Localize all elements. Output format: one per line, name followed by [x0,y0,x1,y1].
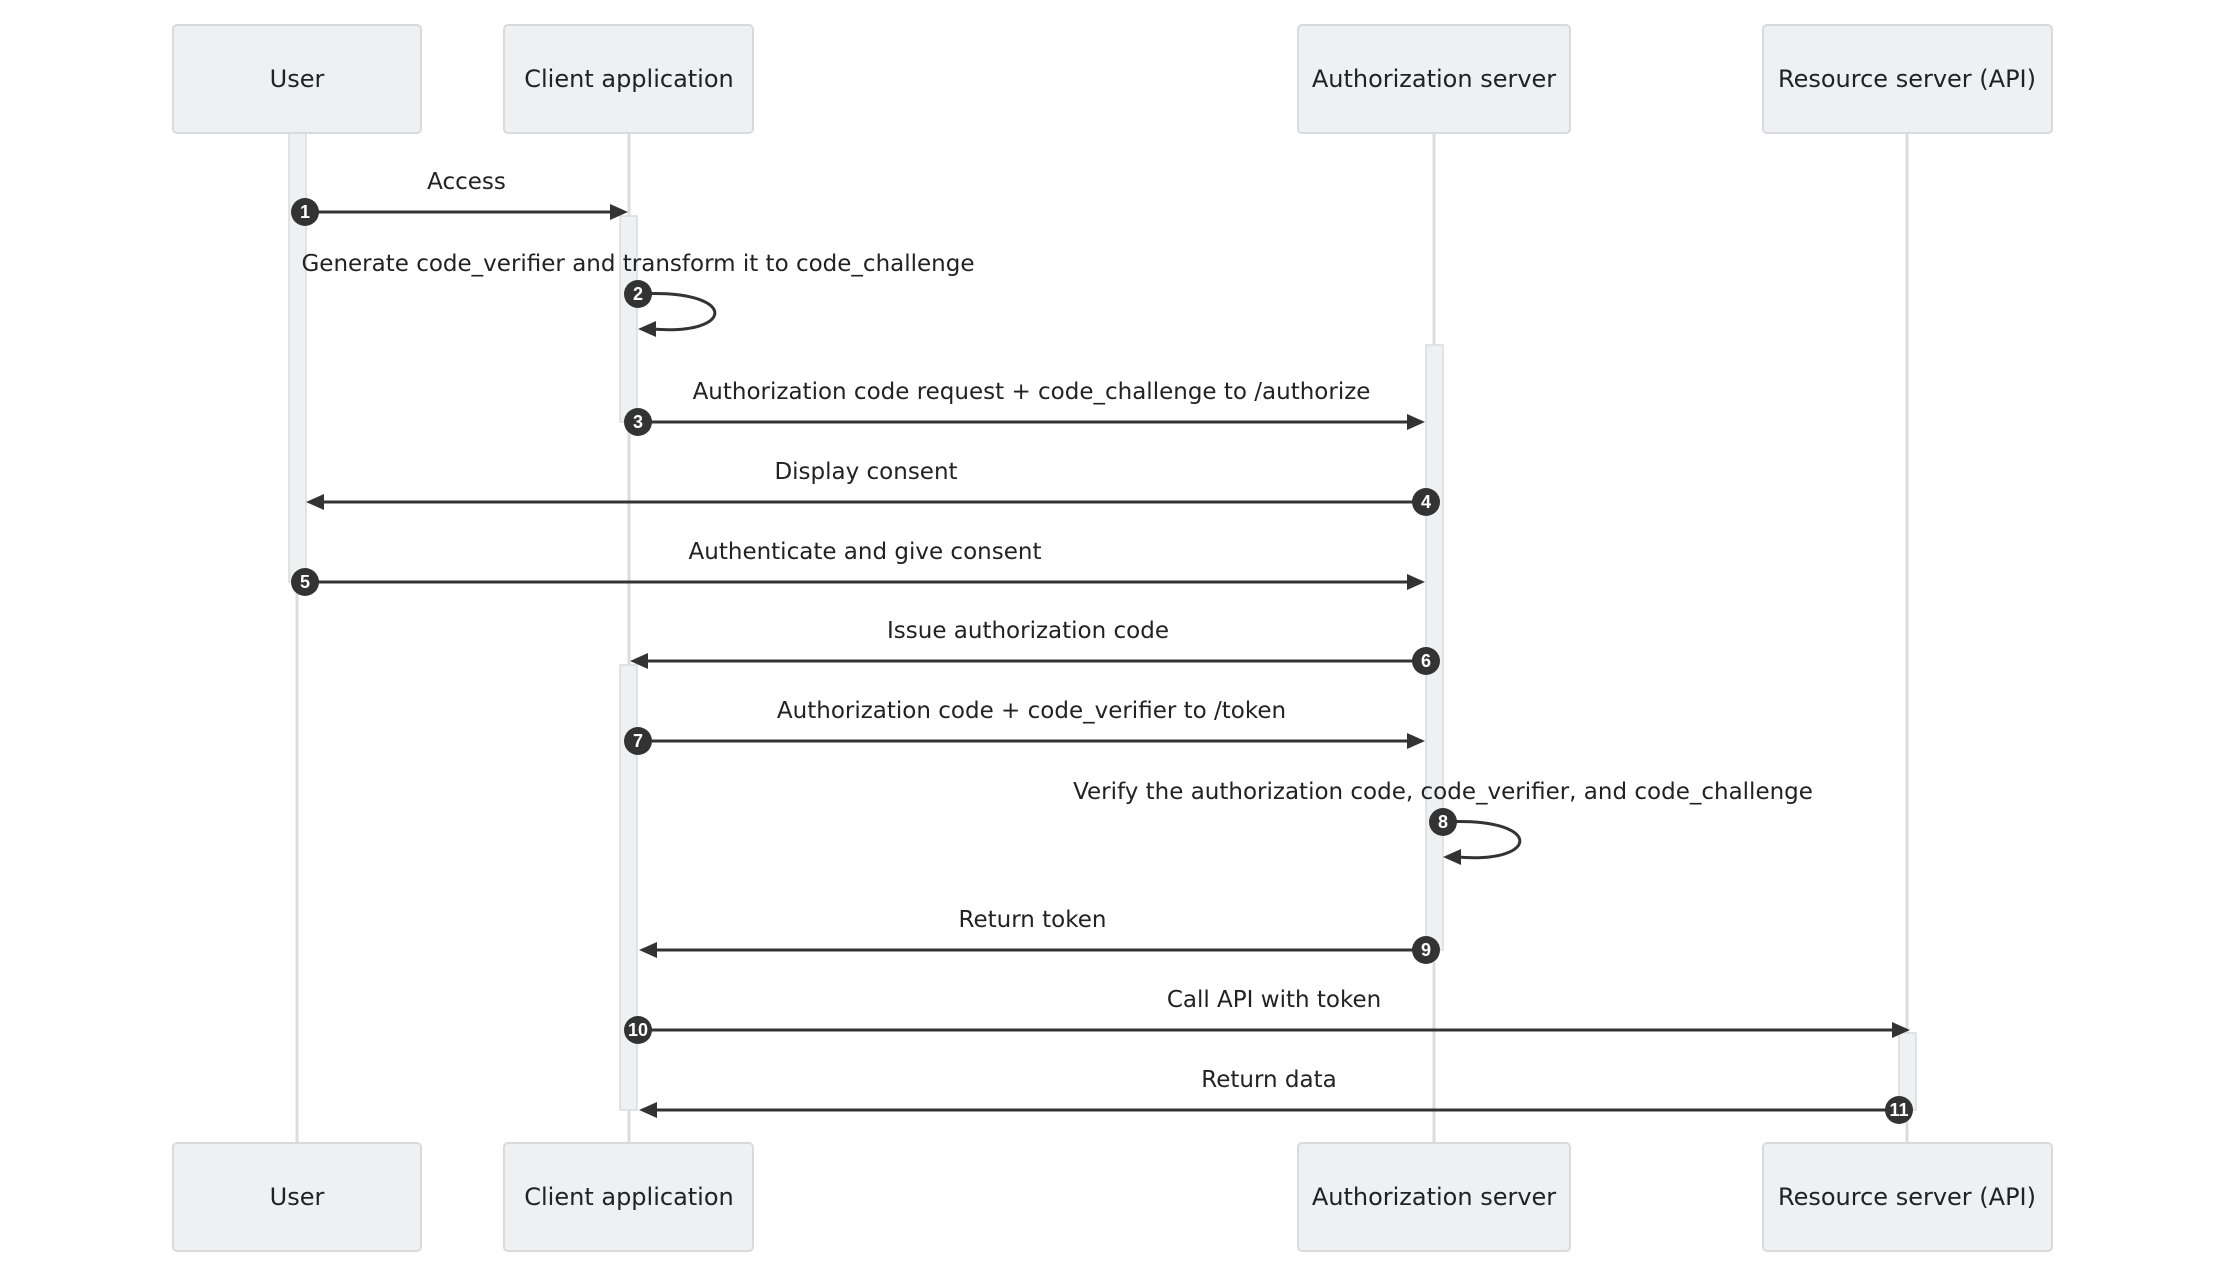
message-label: Display consent [774,459,957,485]
sequence-number: 4 [1421,492,1431,512]
sequence-number: 8 [1438,812,1448,832]
actor-resource-bottom[interactable]: Resource server (API) [1762,1142,2053,1252]
message-label: Access [427,169,506,195]
message-label: Verify the authorization code, code_veri… [1073,779,1813,805]
actor-label: User [270,65,325,93]
message-3[interactable]: Authorization code request + code_challe… [624,379,1425,436]
actor-user-top[interactable]: User [172,24,422,134]
message-label: Call API with token [1167,987,1381,1013]
message-1[interactable]: Access 1 [291,169,628,226]
message-7[interactable]: Authorization code + code_verifier to /t… [624,698,1425,755]
sequence-number: 5 [300,572,310,592]
actor-label: Authorization server [1312,65,1556,93]
arrowhead-icon [638,321,656,337]
actor-client-top[interactable]: Client application [503,24,754,134]
sequence-number: 6 [1421,651,1431,671]
sequence-diagram: User Client application Authorization serv… [172,24,2053,1252]
actor-auth-top[interactable]: Authorization server [1297,24,1571,134]
arrowhead-icon [639,942,657,958]
actor-user-bottom[interactable]: User [172,1142,422,1252]
message-5[interactable]: Authenticate and give consent 5 [291,539,1425,596]
arrowhead-icon [1407,733,1425,749]
actor-label: Client application [524,65,734,93]
arrowhead-icon [639,1102,657,1118]
actors-top: User Client application Authorization serv… [172,24,2053,134]
activation-client [619,215,638,423]
actor-auth-bottom[interactable]: Authorization server [1297,1142,1571,1252]
actors-bottom: User Client application Authorization serv… [172,1142,2053,1252]
messages: Access 1 Generate code_verifier and transf… [291,169,1913,1124]
sequence-number: 3 [633,412,643,432]
actor-resource-top[interactable]: Resource server (API) [1762,24,2053,134]
message-6[interactable]: Issue authorization code 6 [630,618,1440,675]
actor-label: Client application [524,1183,734,1211]
message-label: Return token [959,907,1107,933]
message-10[interactable]: Call API with token 10 [624,987,1910,1044]
sequence-number: 1 [300,202,310,222]
sequence-number: 2 [633,284,643,304]
message-label: Authorization code request + code_challe… [693,379,1371,405]
message-4[interactable]: Display consent 4 [306,459,1440,516]
sequence-number: 10 [628,1020,648,1040]
actor-label: Authorization server [1312,1183,1556,1211]
message-label: Authorization code + code_verifier to /t… [777,698,1286,724]
message-11[interactable]: Return data 11 [639,1067,1913,1124]
message-label: Generate code_verifier and transform it … [301,251,974,277]
message-label: Return data [1201,1067,1336,1093]
arrowhead-icon [1407,414,1425,430]
sequence-number: 11 [1889,1100,1908,1120]
message-label: Issue authorization code [887,618,1169,644]
actor-label: Resource server (API) [1778,65,2036,93]
arrowhead-icon [306,494,324,510]
actor-label: User [270,1183,325,1211]
sequence-number: 7 [633,731,643,751]
message-2[interactable]: Generate code_verifier and transform it … [301,251,975,337]
actor-client-bottom[interactable]: Client application [503,1142,754,1252]
message-label: Authenticate and give consent [689,539,1042,565]
sequence-number: 9 [1421,940,1431,960]
message-9[interactable]: Return token 9 [639,907,1440,964]
arrowhead-icon [1443,849,1461,865]
actor-label: Resource server (API) [1778,1183,2036,1211]
arrowhead-icon [1407,574,1425,590]
